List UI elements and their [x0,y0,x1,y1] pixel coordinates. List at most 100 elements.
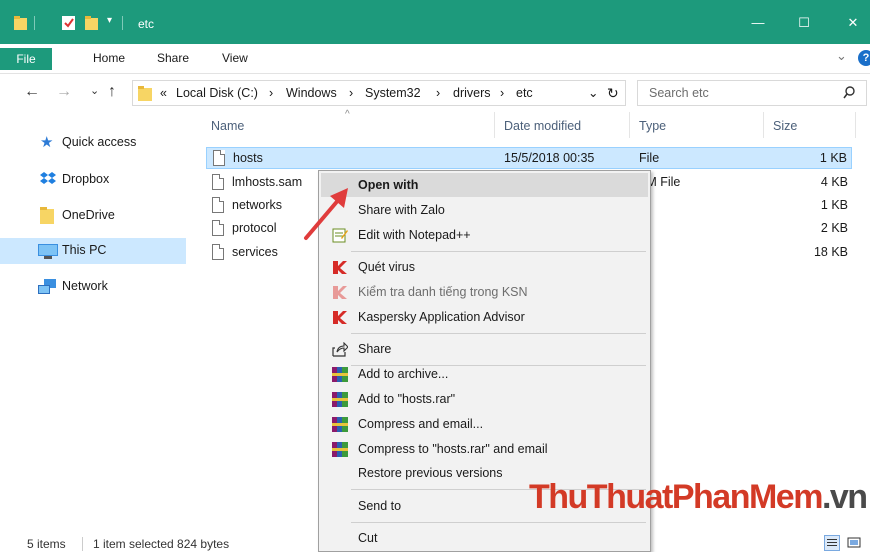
menu-separator [351,522,646,523]
file-name: hosts [233,151,263,165]
menu-item-label: Share with Zalo [358,203,445,217]
breadcrumb-local-disk[interactable]: Local Disk (C:) [176,86,258,100]
menu-item-cut[interactable]: Cut [321,526,648,550]
menu-item-compress-and-email[interactable]: Compress and email... [321,412,648,436]
breadcrumb-drivers[interactable]: drivers [453,86,491,100]
menu-item-ksn-reputation[interactable]: Kiểm tra danh tiếng trong KSN [321,280,648,304]
tab-share[interactable]: Share [157,51,189,65]
search-icon [843,86,856,102]
column-header-name[interactable]: Name [211,119,244,133]
file-size: 1 KB [819,151,847,165]
ribbon-expand-icon[interactable]: ⌄ [836,48,847,64]
menu-item-share[interactable]: Share [321,337,648,361]
menu-item-share-with-zalo[interactable]: Share with Zalo [321,198,648,222]
file-icon [212,220,224,236]
column-divider[interactable] [763,112,764,138]
breadcrumb-etc[interactable]: etc [516,86,533,100]
tab-file[interactable]: File [0,48,52,70]
close-button[interactable]: ✕ [830,14,870,32]
breadcrumb-windows[interactable]: Windows [286,86,337,100]
details-view-icon[interactable] [824,535,840,551]
file-size: 4 KB [820,175,848,189]
nav-item-label: OneDrive [62,208,115,222]
menu-item-edit-with-notepad[interactable]: Edit with Notepad++ [321,223,648,247]
back-button[interactable]: ← [24,83,40,101]
nav-item-label: Network [62,279,108,293]
menu-item-scan-virus[interactable]: Quét virus [321,255,648,279]
tab-home[interactable]: Home [93,51,125,65]
properties-icon[interactable] [62,16,75,30]
menu-item-label: Quét virus [358,260,415,274]
column-divider[interactable] [494,112,495,138]
search-box[interactable]: Search etc [637,80,867,106]
address-dropdown-icon[interactable]: ⌄ [588,85,598,100]
address-bar[interactable]: « Local Disk (C:) › Windows › System32 ›… [132,80,626,106]
menu-item-add-to-archive[interactable]: Add to archive... [321,362,648,386]
menu-separator [351,251,646,252]
column-header-size[interactable]: Size [773,119,797,133]
computer-icon [38,244,58,262]
menu-item-label: Edit with Notepad++ [358,228,471,242]
nav-item-label: This PC [62,243,107,257]
large-icons-view-icon[interactable] [846,535,862,551]
menu-item-label: Kaspersky Application Advisor [358,310,525,324]
breadcrumb-separator[interactable]: › [436,86,440,100]
nav-item-onedrive[interactable]: OneDrive [0,203,186,229]
column-header-date-modified[interactable]: Date modified [504,119,581,133]
new-folder-icon[interactable] [85,16,98,30]
search-placeholder: Search etc [649,86,709,100]
breadcrumb-separator[interactable]: › [500,86,504,100]
status-divider [82,537,83,551]
file-type: File [639,151,660,165]
refresh-icon[interactable]: ↻ [607,85,619,102]
folder-icon [138,86,152,104]
help-icon[interactable]: ? [858,50,870,66]
nav-item-this-pc[interactable]: This PC [0,238,186,264]
tab-view[interactable]: View [222,51,248,65]
menu-item-label: Add to "hosts.rar" [358,392,456,406]
nav-item-network[interactable]: Network [0,274,186,300]
address-row: ← → ⌄ ↑ « Local Disk (C:) › Windows › Sy… [0,74,870,112]
maximize-button[interactable]: ☐ [781,14,827,32]
menu-item-label: Share [358,342,392,356]
menu-item-label: Restore previous versions [358,466,503,480]
menu-item-open-with[interactable]: Open with [321,173,648,197]
watermark: ThuThuatPhanMem.vn [529,478,868,517]
nav-item-label: Dropbox [62,172,110,186]
minimize-button[interactable]: — [735,14,781,32]
nav-item-quick-access[interactable]: ★ Quick access [0,130,186,156]
breadcrumb-system32[interactable]: System32 [365,86,421,100]
menu-item-kaspersky-advisor[interactable]: Kaspersky Application Advisor [321,305,648,329]
quick-access-dropdown-icon[interactable]: ▾ [107,15,112,26]
file-row-hosts[interactable]: hosts 15/5/2018 00:35 File 1 KB [206,147,852,169]
recent-locations-button[interactable]: ⌄ [90,84,99,97]
menu-separator [351,333,646,334]
breadcrumb-separator[interactable]: › [269,86,273,100]
menu-item-label: Kiểm tra danh tiếng trong KSN [358,285,528,299]
column-divider[interactable] [629,112,630,138]
column-header-type[interactable]: Type [639,119,666,133]
kaspersky-icon [332,260,348,275]
file-icon [212,197,224,213]
network-icon [38,279,58,298]
winrar-icon [332,392,348,407]
menu-item-label: Compress to "hosts.rar" and email [358,442,548,456]
folder-icon [40,207,54,227]
kaspersky-icon [332,310,348,325]
up-button[interactable]: ↑ [108,83,116,101]
file-size: 1 KB [820,198,848,212]
menu-item-compress-to-rar-and-email[interactable]: Compress to "hosts.rar" and email [321,437,648,461]
file-name: protocol [232,221,277,235]
winrar-icon [332,367,348,382]
breadcrumb-overflow[interactable]: « [160,86,167,100]
menu-item-add-to-rar[interactable]: Add to "hosts.rar" [321,387,648,411]
menu-item-label: Open with [358,178,419,192]
forward-button[interactable]: → [56,83,72,101]
folder-icon[interactable] [14,16,27,30]
column-divider[interactable] [855,112,856,138]
menu-item-label: Cut [358,531,378,545]
status-selection: 1 item selected 824 bytes [93,537,230,551]
nav-item-dropbox[interactable]: Dropbox [0,167,186,193]
file-name: lmhosts.sam [232,175,303,189]
breadcrumb-separator[interactable]: › [349,86,353,100]
